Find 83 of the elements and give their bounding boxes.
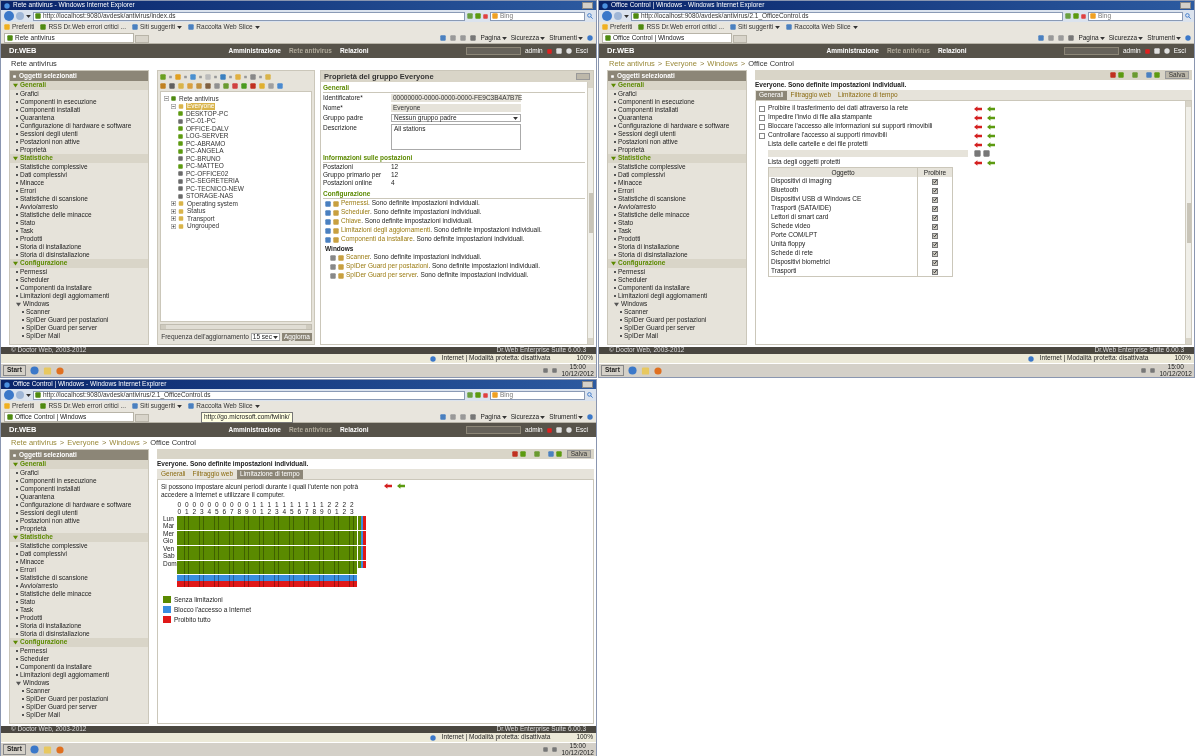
expanded-triangle-icon[interactable] (13, 156, 18, 161)
expanded-triangle-icon[interactable] (611, 156, 616, 161)
caret-icon (177, 404, 183, 408)
column-fill-strip[interactable] (177, 581, 357, 588)
caret-icon (501, 415, 507, 419)
checkbox[interactable] (932, 259, 938, 266)
caret-icon (177, 25, 183, 29)
caret-icon (775, 25, 781, 29)
search-icon[interactable] (587, 392, 593, 398)
column-fill-strip[interactable] (177, 568, 357, 575)
checkbox[interactable] (759, 123, 765, 130)
expanded-triangle-icon[interactable] (16, 680, 21, 686)
search-field[interactable] (466, 426, 521, 434)
horizontal-scrollbar[interactable] (160, 324, 312, 330)
expanded-triangle-icon[interactable] (13, 83, 18, 88)
caret-icon (578, 415, 583, 419)
expanded-triangle-icon[interactable] (13, 261, 18, 266)
inherit-arrow-icon[interactable] (987, 159, 995, 166)
schedule-row[interactable] (177, 523, 357, 531)
path-input-field[interactable] (768, 150, 968, 157)
expand-icon[interactable] (171, 223, 176, 229)
search-icon[interactable] (587, 13, 593, 19)
back-button[interactable] (4, 390, 14, 400)
caret-icon (1176, 36, 1181, 40)
expanded-triangle-icon[interactable] (611, 261, 616, 266)
caret-icon (272, 335, 278, 339)
schedule-row[interactable] (177, 530, 357, 538)
search-icon[interactable] (1185, 13, 1191, 19)
caret-icon (513, 116, 518, 120)
caret-icon (501, 36, 507, 40)
checkbox[interactable] (932, 232, 938, 239)
expanded-triangle-icon[interactable] (614, 301, 619, 307)
caret-icon (254, 404, 260, 408)
back-button[interactable] (602, 11, 612, 21)
schedule-row[interactable] (177, 560, 357, 568)
expand-icon[interactable] (171, 201, 176, 207)
checkbox[interactable] (932, 187, 938, 194)
caret-icon (540, 36, 546, 40)
vertical-scrollbar[interactable] (587, 82, 593, 344)
expanded-triangle-icon[interactable] (13, 535, 18, 540)
vertical-scrollbar[interactable] (1185, 101, 1191, 344)
caret-icon (254, 25, 260, 29)
back-button[interactable] (4, 11, 14, 21)
checkbox[interactable] (932, 268, 938, 275)
expand-icon[interactable] (171, 216, 176, 222)
collapse-icon[interactable] (164, 96, 169, 102)
caret-icon (26, 393, 31, 397)
expanded-triangle-icon[interactable] (611, 83, 616, 88)
caret-icon (624, 14, 629, 18)
caret-icon (540, 415, 546, 419)
checkbox[interactable] (759, 105, 765, 112)
close-button[interactable] (582, 381, 593, 388)
checkbox[interactable] (932, 196, 938, 203)
expanded-triangle-icon[interactable] (13, 640, 18, 645)
checkbox[interactable] (932, 223, 938, 230)
checkbox[interactable] (932, 241, 938, 248)
checkbox[interactable] (932, 250, 938, 257)
schedule-row[interactable] (177, 553, 357, 561)
schedule-row[interactable] (177, 538, 357, 546)
expanded-triangle-icon[interactable] (16, 301, 21, 307)
reset-arrow-icon[interactable] (974, 159, 982, 166)
search-field[interactable] (466, 47, 521, 55)
caret-icon (852, 25, 858, 29)
inherit-arrow-icon[interactable] (397, 483, 405, 489)
caret-icon (578, 36, 583, 40)
checkbox[interactable] (932, 178, 938, 185)
close-button[interactable] (1180, 2, 1191, 9)
reset-arrow-icon[interactable] (384, 483, 392, 489)
close-button[interactable] (582, 2, 593, 9)
checkbox[interactable] (759, 132, 765, 139)
expanded-triangle-icon[interactable] (13, 462, 18, 467)
caret-icon (1138, 36, 1144, 40)
checkbox[interactable] (932, 205, 938, 212)
schedule-row[interactable] (177, 515, 357, 523)
collapse-icon[interactable] (171, 103, 176, 109)
expand-icon[interactable] (171, 208, 176, 214)
caret-icon (26, 14, 31, 18)
caret-icon (1099, 36, 1105, 40)
search-field[interactable] (1064, 47, 1119, 55)
column-fill-strip[interactable] (177, 574, 357, 581)
checkbox[interactable] (932, 214, 938, 221)
schedule-row[interactable] (177, 545, 357, 553)
checkbox[interactable] (759, 114, 765, 121)
